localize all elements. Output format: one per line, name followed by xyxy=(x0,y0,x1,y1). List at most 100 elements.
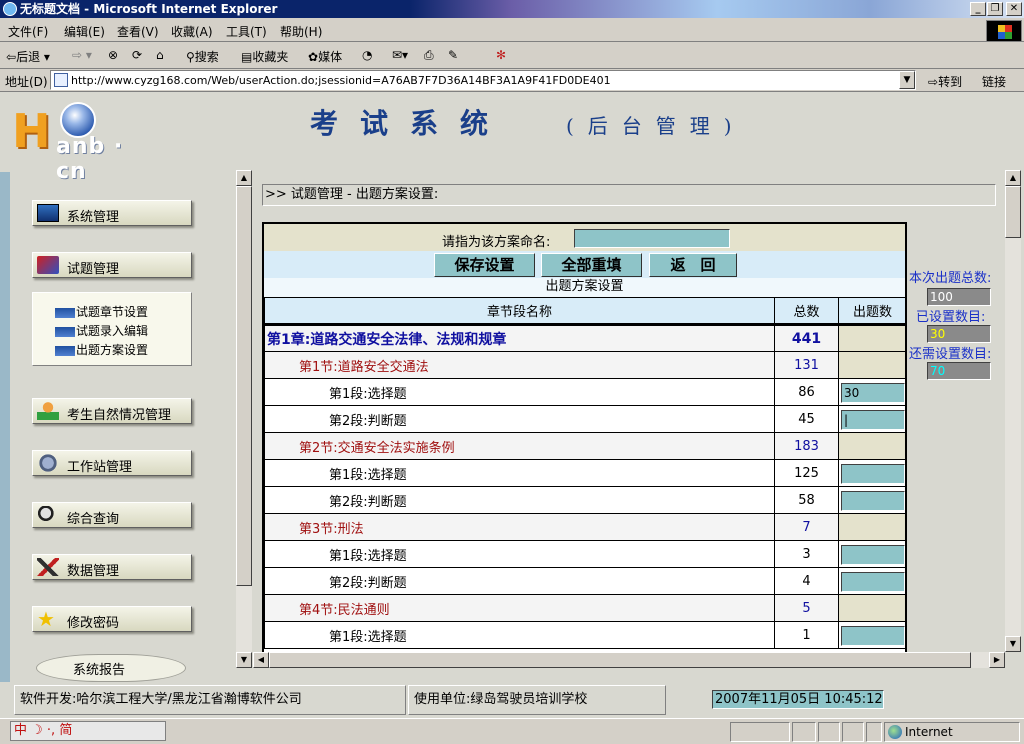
set-label: 已设置数目: xyxy=(916,310,986,325)
col-header-count: 出题数 xyxy=(838,297,905,326)
segment-row: 第1段:选择题 125 xyxy=(264,459,905,487)
table-caption: 出题方案设置 xyxy=(264,278,905,297)
menu-help[interactable]: 帮助(H) xyxy=(280,23,322,40)
plan-name-input[interactable] xyxy=(574,229,730,248)
search-button[interactable]: ⚲搜索 xyxy=(186,48,219,65)
remain-value: 70 xyxy=(927,362,991,380)
nav-question-management[interactable]: 试题管理 xyxy=(32,252,192,278)
address-url: http://www.cyzg168.com/Web/userAction.do… xyxy=(71,74,611,87)
segment-name: 第2段:判断题 xyxy=(264,567,775,595)
go-button[interactable]: ⇨转到 xyxy=(928,73,962,90)
menu-edit[interactable]: 编辑(E) xyxy=(64,23,105,40)
col-header-total: 总数 xyxy=(774,297,839,326)
messenger-icon[interactable]: ✻ xyxy=(496,48,506,62)
mail-icon[interactable]: ✉▾ xyxy=(392,48,408,62)
status-cell xyxy=(866,722,882,742)
nav-system-report[interactable]: 系统报告 xyxy=(36,654,186,682)
question-count-input[interactable] xyxy=(841,626,905,646)
scroll-down-icon[interactable]: ▼ xyxy=(1005,636,1021,652)
total-count: 4 xyxy=(774,567,839,595)
nav-scroll-thumb[interactable] xyxy=(236,186,252,586)
security-zone: Internet xyxy=(884,722,1020,742)
submenu-question-entry[interactable]: 试题录入编辑 xyxy=(55,322,148,339)
back-button[interactable]: ⇦后退 ▾ xyxy=(6,48,50,65)
menu-file[interactable]: 文件(F) xyxy=(8,23,48,40)
question-count-input[interactable] xyxy=(841,464,905,484)
status-cell xyxy=(730,722,790,742)
address-input[interactable]: http://www.cyzg168.com/Web/userAction.do… xyxy=(50,70,916,90)
plan-table: 章节段名称 总数 出题数 第1章:道路交通安全法律、法规和规章 441 第1节:道路… xyxy=(264,297,905,649)
history-icon[interactable]: ◔ xyxy=(362,48,372,62)
nav-system-management[interactable]: 系统管理 xyxy=(32,200,192,226)
nav-scrollbar[interactable]: ▲ ▼ xyxy=(236,170,252,668)
nav-workstation-management[interactable]: 工作站管理 xyxy=(32,450,192,476)
print-icon[interactable]: ⎙ xyxy=(424,48,434,63)
close-button[interactable]: ✕ xyxy=(1006,2,1022,16)
menu-favorites[interactable]: 收藏(A) xyxy=(171,23,213,40)
question-count-cell xyxy=(838,351,905,379)
submenu-exam-plan-settings[interactable]: 出题方案设置 xyxy=(55,341,148,358)
banner: H anb · cn 考试系统 (后台管理) xyxy=(0,92,1024,184)
question-count-input[interactable]: 30 xyxy=(841,383,905,403)
total-count: 3 xyxy=(774,540,839,568)
ime-toolbar[interactable]: 中 ☽ ·, 简 xyxy=(10,721,166,741)
content-vertical-scrollbar[interactable]: ▲ ▼ xyxy=(1005,170,1021,652)
return-button[interactable]: 返 回 xyxy=(649,253,737,277)
set-value: 30 xyxy=(927,325,991,343)
nav-data-management[interactable]: 数据管理 xyxy=(32,554,192,580)
nav-candidate-management[interactable]: 考生自然情况管理 xyxy=(32,398,192,424)
question-count-input[interactable] xyxy=(841,545,905,565)
nav-change-password[interactable]: ★ 修改密码 xyxy=(32,606,192,632)
address-bar: 地址(D) http://www.cyzg168.com/Web/userAct… xyxy=(0,69,1024,92)
internet-globe-icon xyxy=(888,725,902,739)
menu-tools[interactable]: 工具(T) xyxy=(226,23,267,40)
question-count-input[interactable] xyxy=(841,572,905,592)
scroll-up-icon[interactable]: ▲ xyxy=(1005,170,1021,186)
status-bar: 中 ☽ ·, 简 Internet xyxy=(0,718,1024,744)
total-count: 58 xyxy=(774,486,839,514)
refresh-icon[interactable]: ⟳ xyxy=(132,48,142,62)
forward-button[interactable]: ⇨ ▾ xyxy=(72,48,92,62)
address-dropdown-icon[interactable]: ▼ xyxy=(899,71,915,89)
menu-bar: 文件(F) 编辑(E) 查看(V) 收藏(A) 工具(T) 帮助(H) xyxy=(0,18,1024,42)
developer-info: 软件开发:哈尔滨工程大学/黑龙江省瀚博软件公司 xyxy=(14,685,406,715)
scroll-up-icon[interactable]: ▲ xyxy=(236,170,252,186)
media-button[interactable]: ✿媒体 xyxy=(308,48,342,65)
favorites-button[interactable]: ▤收藏夹 xyxy=(241,48,288,65)
horizontal-scroll-thumb[interactable] xyxy=(269,652,971,668)
status-cell xyxy=(818,722,840,742)
stop-icon[interactable]: ⊗ xyxy=(108,48,118,62)
folder-icon xyxy=(55,326,75,337)
reset-all-button[interactable]: 全部重填 xyxy=(541,253,642,277)
save-settings-button[interactable]: 保存设置 xyxy=(434,253,535,277)
globe-icon xyxy=(60,102,96,138)
total-count: 183 xyxy=(774,432,839,460)
edit-icon[interactable]: ✎ xyxy=(448,48,458,62)
question-count-input[interactable] xyxy=(841,491,905,511)
total-count: 5 xyxy=(774,594,839,622)
book-icon xyxy=(37,256,59,274)
go-arrow-icon: ⇨ xyxy=(928,75,939,89)
scroll-down-icon[interactable]: ▼ xyxy=(236,652,252,668)
scroll-left-icon[interactable]: ◀ xyxy=(253,652,269,668)
home-icon[interactable]: ⌂ xyxy=(156,48,164,62)
content-scroll-thumb[interactable] xyxy=(1005,186,1021,238)
browser-toolbar: ⇦后退 ▾ ⇨ ▾ ⊗ ⟳ ⌂ ⚲搜索 ▤收藏夹 ✿媒体 ◔ ✉▾ ⎙ ✎ ✻ xyxy=(0,43,1024,69)
scroll-right-icon[interactable]: ▶ xyxy=(989,652,1005,668)
question-count-cell xyxy=(838,594,905,622)
submenu-chapter-settings[interactable]: 试题章节设置 xyxy=(55,303,148,320)
content-horizontal-scrollbar[interactable]: ◀ ▶ xyxy=(253,652,1005,668)
menu-view[interactable]: 查看(V) xyxy=(117,23,159,40)
window-title: 无标题文档 - Microsoft Internet Explorer xyxy=(20,2,278,16)
links-button[interactable]: 链接 xyxy=(982,73,1006,90)
breadcrumb: >> 试题管理 - 出题方案设置: xyxy=(262,184,996,206)
question-count-input[interactable]: | xyxy=(841,410,905,430)
maximize-button[interactable]: ❐ xyxy=(987,2,1003,16)
clock-display: 2007年11月05日 10:45:12 xyxy=(712,690,884,709)
minimize-button[interactable]: _ xyxy=(970,2,986,16)
remain-label: 还需设置数目: xyxy=(909,347,992,362)
question-count-cell xyxy=(838,432,905,460)
total-count: 45 xyxy=(774,405,839,433)
nav-query[interactable]: 综合查询 xyxy=(32,502,192,528)
action-button-row: 保存设置 全部重填 返 回 xyxy=(264,251,905,278)
